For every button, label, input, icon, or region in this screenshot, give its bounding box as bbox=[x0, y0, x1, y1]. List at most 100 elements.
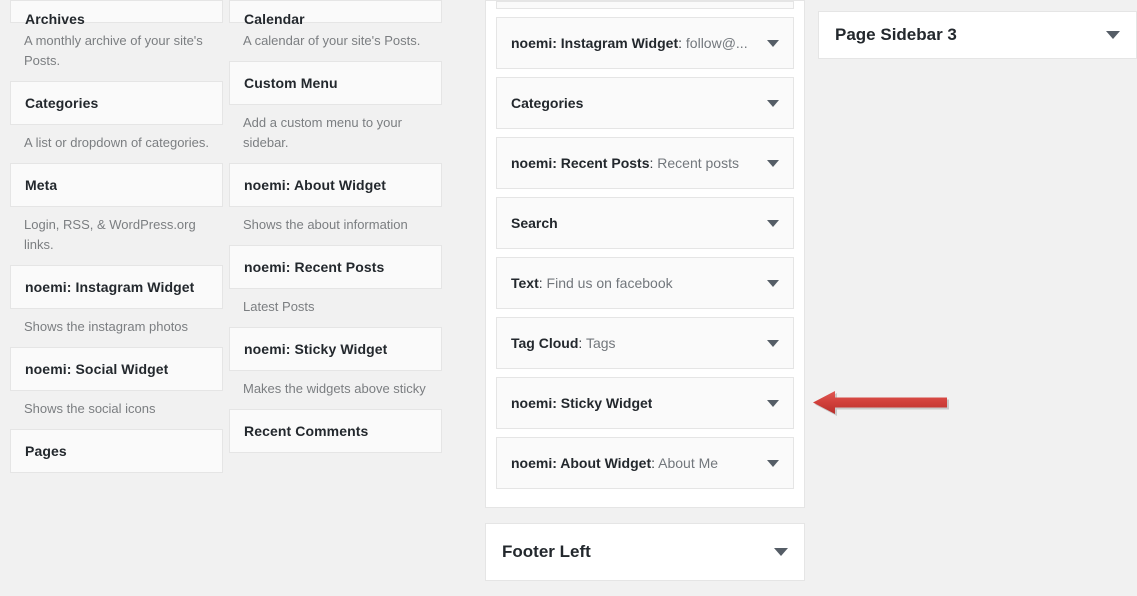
available-widget-title: noemi: Instagram Widget bbox=[25, 279, 195, 295]
available-widget-description: Makes the widgets above sticky bbox=[243, 381, 426, 396]
available-widget-description: Login, RSS, & WordPress.org links. bbox=[24, 217, 196, 252]
sidebars-column-right: Page Sidebar 3 bbox=[818, 11, 1137, 74]
sidebar-widget-item[interactable]: Text: Find us on facebook bbox=[496, 257, 794, 309]
available-widget[interactable]: noemi: About Widget Shows the about infor… bbox=[229, 163, 442, 245]
available-widget[interactable]: Calendar A calendar of your site's Posts. bbox=[229, 0, 442, 61]
available-widget-description: A monthly archive of your site's Posts. bbox=[24, 33, 203, 68]
available-widget[interactable]: Recent Comments bbox=[229, 409, 442, 453]
available-widget[interactable]: Archives A monthly archive of your site's… bbox=[10, 0, 223, 81]
sidebar-widget-item-name: Tag Cloud bbox=[511, 335, 579, 351]
sidebar-widget-item-name: Categories bbox=[511, 95, 584, 111]
sidebar-panel-footer-left-header[interactable]: Footer Left bbox=[486, 524, 804, 580]
available-widget-title: noemi: Social Widget bbox=[25, 361, 169, 377]
available-widget[interactable]: Categories A list or dropdown of categori… bbox=[10, 81, 223, 163]
sidebar-panel-footer-left-title: Footer Left bbox=[502, 542, 591, 561]
sidebar-widget-item[interactable]: noemi: Recent Posts: Recent posts bbox=[496, 137, 794, 189]
available-widget-description: A list or dropdown of categories. bbox=[24, 135, 209, 150]
available-widget-title: noemi: About Widget bbox=[244, 177, 387, 193]
sidebar-widget-item[interactable]: noemi: About Widget: About Me bbox=[496, 437, 794, 489]
widgets-admin-screen: Archives A monthly archive of your site's… bbox=[0, 0, 1137, 581]
available-widget-title: Custom Menu bbox=[244, 75, 338, 91]
sidebar-widget-item-name: Text bbox=[511, 275, 539, 291]
chevron-down-icon[interactable] bbox=[767, 399, 779, 407]
available-widget-card[interactable]: Custom Menu bbox=[229, 61, 442, 105]
chevron-down-icon[interactable] bbox=[767, 39, 779, 47]
sidebar-widget-item[interactable]: noemi: Sticky Widget bbox=[496, 377, 794, 429]
available-widget-card[interactable]: Calendar bbox=[229, 0, 442, 27]
available-widget-card[interactable]: noemi: Instagram Widget bbox=[10, 265, 223, 309]
available-widget-card[interactable]: noemi: Sticky Widget bbox=[229, 327, 442, 371]
available-widget-card[interactable]: Recent Comments bbox=[229, 409, 442, 453]
sidebar-widget-item-label: Text: Find us on facebook bbox=[511, 275, 673, 291]
sidebar-widget-item[interactable]: Categories bbox=[496, 77, 794, 129]
available-widget-title: noemi: Recent Posts bbox=[244, 259, 385, 275]
sidebar-widget-item-name: noemi: About Widget bbox=[511, 455, 652, 471]
available-widget-description: Shows the instagram photos bbox=[24, 319, 189, 334]
available-widget[interactable]: noemi: Sticky Widget Makes the widgets ab… bbox=[229, 327, 442, 409]
annotation-arrow-left-icon bbox=[813, 391, 949, 416]
sidebar-widget-item-name: noemi: Instagram Widget bbox=[511, 35, 679, 51]
chevron-down-icon[interactable] bbox=[774, 548, 788, 556]
available-widget-description: Add a custom menu to your sidebar. bbox=[243, 115, 402, 150]
available-widget-card[interactable]: noemi: Social Widget bbox=[10, 347, 223, 391]
sidebar-widget-item-label: Categories bbox=[511, 95, 583, 111]
sidebar-widget-item[interactable]: Search bbox=[496, 197, 794, 249]
sidebar-widget-item-instance: Tags bbox=[585, 335, 616, 351]
available-widget[interactable]: Pages bbox=[10, 429, 223, 473]
available-widget-card[interactable]: noemi: About Widget bbox=[229, 163, 442, 207]
available-widget-card[interactable]: noemi: Recent Posts bbox=[229, 245, 442, 289]
available-widget-description: Latest Posts bbox=[243, 299, 315, 314]
available-widget[interactable]: noemi: Social Widget Shows the social ico… bbox=[10, 347, 223, 429]
available-widget-card[interactable]: Archives bbox=[10, 0, 223, 27]
sidebar-widget-item-label: Search bbox=[511, 215, 558, 231]
available-widget-title: Categories bbox=[25, 95, 99, 111]
available-widget-title: noemi: Sticky Widget bbox=[244, 341, 388, 357]
sidebar-widget-item-label: Tag Cloud: Tags bbox=[511, 335, 616, 351]
available-widget-card[interactable]: Categories bbox=[10, 81, 223, 125]
chevron-down-icon[interactable] bbox=[767, 459, 779, 467]
chevron-down-icon[interactable] bbox=[767, 99, 779, 107]
chevron-down-icon[interactable] bbox=[767, 159, 779, 167]
available-widget[interactable]: Custom Menu Add a custom menu to your sid… bbox=[229, 61, 442, 163]
sidebar-panel-footer-left[interactable]: Footer Left bbox=[485, 523, 805, 581]
available-widget-description: Shows the social icons bbox=[24, 401, 156, 416]
sidebar-panel-page-sidebar-3-title: Page Sidebar 3 bbox=[835, 25, 957, 44]
available-widget-title: Meta bbox=[25, 177, 58, 193]
available-widget-description: Shows the about information bbox=[243, 217, 408, 232]
sidebar-widget-item-name: Search bbox=[511, 215, 558, 231]
available-widgets-region: Archives A monthly archive of your site's… bbox=[0, 0, 470, 569]
available-widget-card[interactable]: Pages bbox=[10, 429, 223, 473]
sidebars-column: noemi: Instagram Widget: follow@... Categ… bbox=[485, 0, 805, 596]
sidebar-widget-item-name: noemi: Recent Posts bbox=[511, 155, 650, 171]
sidebar-widget-item-instance: Find us on facebook bbox=[546, 275, 673, 291]
sidebar-widget-item-name: noemi: Sticky Widget bbox=[511, 395, 653, 411]
available-widget[interactable]: Meta Login, RSS, & WordPress.org links. bbox=[10, 163, 223, 265]
available-widget[interactable]: noemi: Instagram Widget Shows the instagr… bbox=[10, 265, 223, 347]
sidebar-widget-item-label: noemi: Recent Posts: Recent posts bbox=[511, 155, 739, 171]
chevron-down-icon[interactable] bbox=[1106, 31, 1120, 39]
sidebar-widget-item-instance: About Me bbox=[658, 455, 719, 471]
sidebar-panel-open: noemi: Instagram Widget: follow@... Categ… bbox=[485, 0, 805, 508]
sidebar-widget-item[interactable]: noemi: Instagram Widget: follow@... bbox=[496, 17, 794, 69]
chevron-down-icon[interactable] bbox=[767, 219, 779, 227]
available-widget-card[interactable]: Meta bbox=[10, 163, 223, 207]
available-widget[interactable]: noemi: Recent Posts Latest Posts bbox=[229, 245, 442, 327]
sidebar-panel-page-sidebar-3[interactable]: Page Sidebar 3 bbox=[818, 11, 1137, 59]
sidebar-widget-item-instance: Recent posts bbox=[657, 155, 739, 171]
sidebar-widget-item-label: noemi: Sticky Widget bbox=[511, 395, 652, 411]
available-widget-description: A calendar of your site's Posts. bbox=[243, 33, 421, 48]
chevron-down-icon[interactable] bbox=[767, 339, 779, 347]
sidebar-widget-item-label: noemi: About Widget: About Me bbox=[511, 455, 719, 471]
sidebar-widget-item-instance: follow@... bbox=[685, 35, 748, 51]
sidebar-widget-item-partial[interactable] bbox=[496, 1, 794, 9]
sidebar-widget-item[interactable]: Tag Cloud: Tags bbox=[496, 317, 794, 369]
available-widget-title: Pages bbox=[25, 443, 67, 459]
sidebar-widget-item-label: noemi: Instagram Widget: follow@... bbox=[511, 35, 748, 51]
sidebar-panel-page-sidebar-3-header[interactable]: Page Sidebar 3 bbox=[819, 12, 1136, 58]
available-widget-title: Recent Comments bbox=[244, 423, 369, 439]
available-widgets-column-1: Archives A monthly archive of your site's… bbox=[10, 0, 223, 473]
chevron-down-icon[interactable] bbox=[767, 279, 779, 287]
available-widgets-column-2: Calendar A calendar of your site's Posts.… bbox=[229, 0, 442, 453]
available-widget-title: Calendar bbox=[244, 11, 305, 27]
available-widget-title: Archives bbox=[25, 11, 85, 27]
